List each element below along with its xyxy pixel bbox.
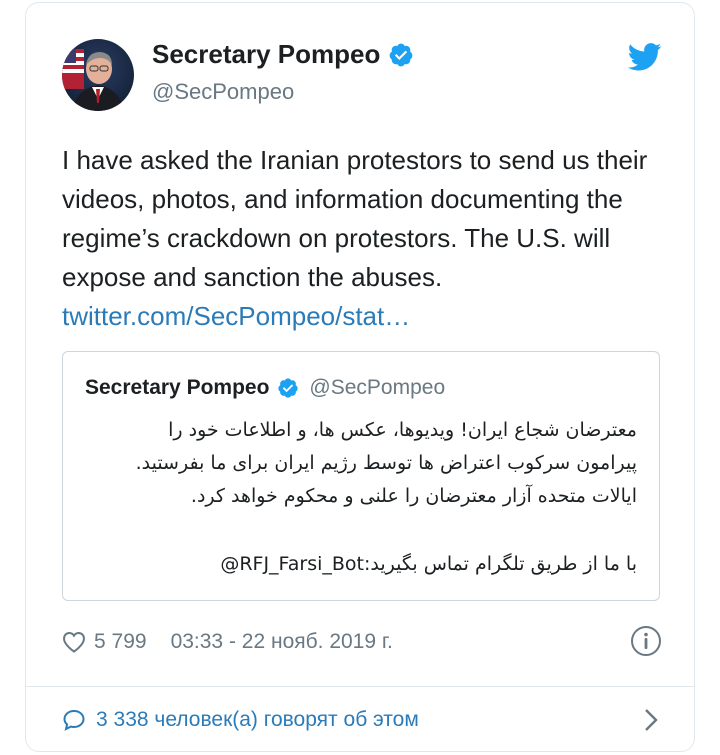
quoted-header: Secretary Pompeo @SecPompeo <box>85 376 445 400</box>
quoted-line: ایالات متحده آزار معترضان را علنی و محکو… <box>190 485 637 507</box>
verified-badge-icon <box>278 378 299 398</box>
author-handle[interactable]: @SecPompeo <box>152 79 294 105</box>
author-name[interactable]: Secretary Pompeo <box>152 39 380 70</box>
tweet-text: I have asked the Iranian protestors to s… <box>62 141 662 336</box>
replies-text[interactable]: 3 338 человек(а) говорят об этом <box>96 708 419 732</box>
heart-icon[interactable] <box>62 631 86 653</box>
quoted-line: معترضان شجاع ایران! ویدیوها، عکس ها، و ا… <box>168 419 637 441</box>
tweet-card: Secretary Pompeo @SecPompeo I have asked… <box>25 2 695 752</box>
tweet-meta: 5 799 03:33 - 22 нояб. 2019 г. <box>62 625 662 659</box>
replies-footer[interactable]: 3 338 человек(а) говорят об этом <box>62 703 662 737</box>
quoted-line: پیرامون سرکوب اعتراض ها توسط رژیم ایران … <box>135 452 637 474</box>
verified-badge-icon <box>389 43 413 66</box>
tweet-body: I have asked the Iranian protestors to s… <box>62 145 648 292</box>
twitter-bird-icon[interactable] <box>628 43 662 71</box>
timestamp[interactable]: 03:33 - 22 нояб. 2019 г. <box>171 630 393 654</box>
tweet-link[interactable]: twitter.com/SecPompeo/stat… <box>62 301 410 331</box>
quoted-author-name: Secretary Pompeo <box>85 376 270 399</box>
quoted-tweet[interactable]: Secretary Pompeo @SecPompeo معترضان شجاع… <box>62 351 660 601</box>
quoted-author-handle: @SecPompeo <box>309 376 446 399</box>
comment-bubble-icon <box>63 709 85 731</box>
tweet-header: Secretary Pompeo @SecPompeo <box>62 37 662 117</box>
quoted-text: معترضان شجاع ایران! ویدیوها، عکس ها، و ا… <box>77 414 637 581</box>
divider <box>26 686 694 687</box>
quoted-contact-line: با ما از طریق تلگرام تماس بگیرید:RFJ_Far… <box>220 553 637 575</box>
chevron-right-icon[interactable] <box>644 708 658 732</box>
author-name-row[interactable]: Secretary Pompeo <box>152 39 414 70</box>
info-icon[interactable] <box>630 625 662 657</box>
avatar[interactable] <box>62 39 134 111</box>
like-count[interactable]: 5 799 <box>94 630 147 654</box>
